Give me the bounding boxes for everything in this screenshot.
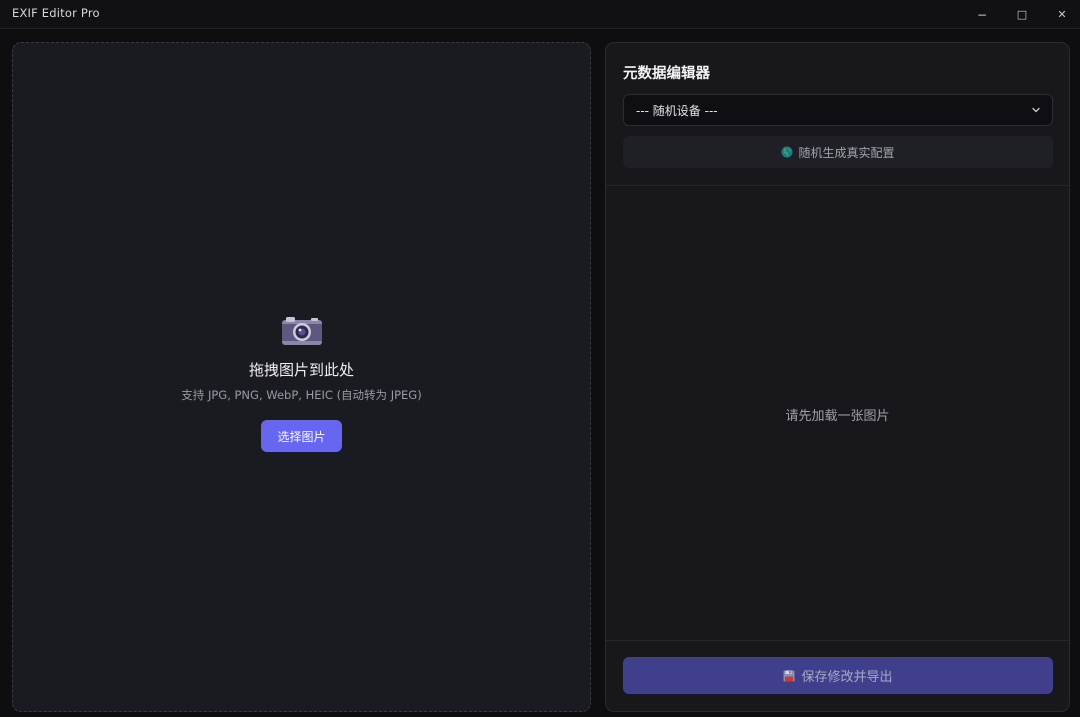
device-select[interactable]: --- 随机设备 --- xyxy=(623,94,1053,126)
divider xyxy=(606,185,1069,186)
chevron-down-icon xyxy=(1032,107,1040,113)
drop-zone-content: 拖拽图片到此处 支持 JPG, PNG, WebP, HEIC (自动转为 JP… xyxy=(13,315,590,452)
divider xyxy=(606,640,1069,641)
drop-zone-title: 拖拽图片到此处 xyxy=(248,361,354,379)
editor-title: 元数据编辑器 xyxy=(623,66,710,82)
device-select-value: --- 随机设备 --- xyxy=(636,103,718,118)
empty-state-message: 请先加载一张图片 xyxy=(785,409,890,424)
save-export-label: 保存修改并导出 xyxy=(801,670,893,685)
floppy-disk-icon xyxy=(783,670,795,681)
close-icon: ✕ xyxy=(1057,8,1067,21)
random-config-label: 随机生成真实配置 xyxy=(798,145,895,160)
choose-image-button[interactable]: 选择图片 xyxy=(261,420,342,452)
save-export-button[interactable]: 保存修改并导出 xyxy=(623,657,1053,694)
title-bar: EXIF Editor Pro − □ ✕ xyxy=(0,0,1080,29)
globe-icon xyxy=(781,146,793,158)
app-title: EXIF Editor Pro xyxy=(12,6,100,20)
image-drop-zone[interactable]: 拖拽图片到此处 支持 JPG, PNG, WebP, HEIC (自动转为 JP… xyxy=(12,42,591,712)
metadata-editor-panel: 元数据编辑器 --- 随机设备 --- 随机生成真实配置 请先加载一张图片 保存… xyxy=(605,42,1070,712)
minimize-button[interactable]: − xyxy=(962,0,1002,29)
drop-zone-subtitle: 支持 JPG, PNG, WebP, HEIC (自动转为 JPEG) xyxy=(181,388,422,402)
minimize-icon: − xyxy=(976,7,988,22)
random-config-button[interactable]: 随机生成真实配置 xyxy=(623,136,1053,168)
close-button[interactable]: ✕ xyxy=(1042,0,1080,29)
maximize-button[interactable]: □ xyxy=(1002,0,1042,29)
maximize-icon: □ xyxy=(1016,8,1028,21)
camera-icon xyxy=(281,317,322,345)
